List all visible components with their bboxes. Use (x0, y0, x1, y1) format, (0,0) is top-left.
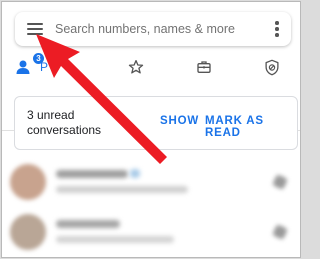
unread-conversations-card: 3 unread conversations SHOW MARK AS READ (14, 96, 298, 150)
tab-bar: 3 P (2, 52, 300, 131)
contact-name-blurred (56, 170, 128, 178)
tab-spam[interactable] (258, 52, 286, 82)
contact-name-blurred (56, 220, 120, 228)
hamburger-menu-icon[interactable] (27, 22, 43, 36)
call-icon[interactable] (272, 224, 288, 240)
tab-favorites[interactable] (122, 52, 150, 82)
contact-detail-blurred (56, 186, 188, 193)
search-input[interactable] (55, 18, 255, 40)
show-button[interactable]: SHOW (160, 115, 199, 127)
verified-mark-blurred (130, 169, 140, 178)
list-item[interactable] (2, 210, 300, 254)
unread-badge: 3 (33, 53, 44, 64)
tab-business[interactable] (190, 52, 218, 82)
avatar (10, 214, 46, 250)
tab-messages[interactable]: 3 P (16, 52, 60, 82)
briefcase-icon (197, 61, 211, 73)
unread-conversations-text: 3 unread conversations (27, 108, 102, 137)
star-icon (128, 60, 144, 74)
avatar (10, 164, 46, 200)
more-options-icon[interactable] (275, 21, 279, 37)
list-item[interactable] (2, 160, 300, 204)
call-icon[interactable] (272, 174, 288, 190)
mark-as-read-button[interactable]: MARK AS READ (205, 115, 297, 139)
search-bar[interactable] (15, 12, 291, 46)
app-window: 3 P 3 unread conversatio (1, 1, 301, 258)
contact-detail-blurred (56, 236, 174, 243)
shield-icon (265, 59, 279, 75)
